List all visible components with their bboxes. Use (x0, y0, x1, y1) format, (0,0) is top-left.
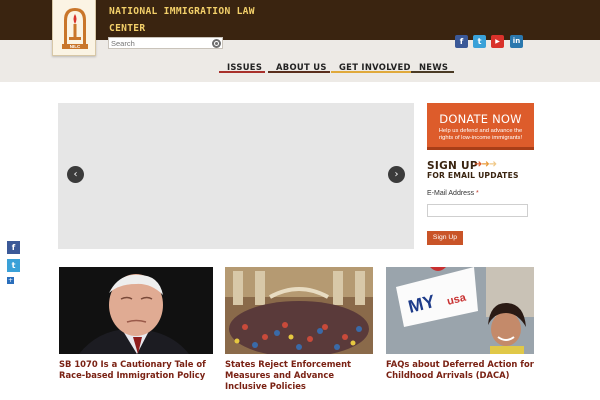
facebook-icon[interactable]: f (455, 35, 468, 48)
nilc-logo[interactable]: NILC (52, 0, 96, 56)
story-title-sb1070[interactable]: SB 1070 Is a Cautionary Tale of Race-bas… (59, 359, 213, 381)
share-facebook-icon[interactable]: f (7, 241, 20, 254)
nav-issues-underline (219, 71, 265, 73)
twitter-icon[interactable]: t (473, 35, 486, 48)
org-name[interactable]: NATIONAL IMMIGRATION LAW CENTER (109, 3, 279, 37)
youtube-icon[interactable]: ▶ (491, 35, 504, 48)
crowd-photo (225, 267, 373, 354)
hero-carousel[interactable] (58, 103, 414, 249)
search-input[interactable] (111, 38, 209, 48)
chevron-right-icon[interactable]: › (388, 166, 405, 183)
portrait-photo (59, 267, 213, 354)
share-twitter-icon[interactable]: t (7, 259, 20, 272)
search-box (108, 37, 223, 49)
email-label-text: E-Mail Address (427, 190, 475, 197)
story-image-states[interactable] (225, 267, 373, 354)
logo-text: NILC (70, 44, 81, 49)
donate-button[interactable]: DONATE NOW Help us defend and advance th… (427, 103, 534, 150)
chevron-left-icon[interactable]: ‹ (67, 166, 84, 183)
signup-subheading: FOR EMAIL UPDATES (427, 171, 519, 180)
nav-get-involved-underline (331, 71, 411, 73)
share-more-icon[interactable]: + (7, 277, 14, 284)
email-label: E-Mail Address * (427, 190, 479, 197)
nilc-logo-mark: NILC (62, 8, 88, 49)
story-image-sb1070[interactable] (59, 267, 213, 354)
arrows-icon: ➜➜➜ (474, 159, 497, 170)
daca-photo: MY usa (386, 267, 534, 354)
required-mark: * (476, 190, 479, 197)
signup-button[interactable]: Sign Up (427, 231, 463, 245)
story-image-daca[interactable]: MY usa (386, 267, 534, 354)
nav-news-underline (411, 71, 454, 73)
nav-about-us-underline (268, 71, 330, 73)
story-title-states[interactable]: States Reject Enforcement Measures and A… (225, 359, 373, 392)
story-title-daca[interactable]: FAQs about Deferred Action for Childhood… (386, 359, 536, 381)
email-field[interactable] (427, 204, 528, 217)
linkedin-icon[interactable]: in (510, 35, 523, 48)
donate-subtitle: Help us defend and advance the rights of… (438, 128, 523, 141)
search-icon[interactable] (212, 39, 221, 48)
donate-title: DONATE NOW (439, 112, 522, 126)
